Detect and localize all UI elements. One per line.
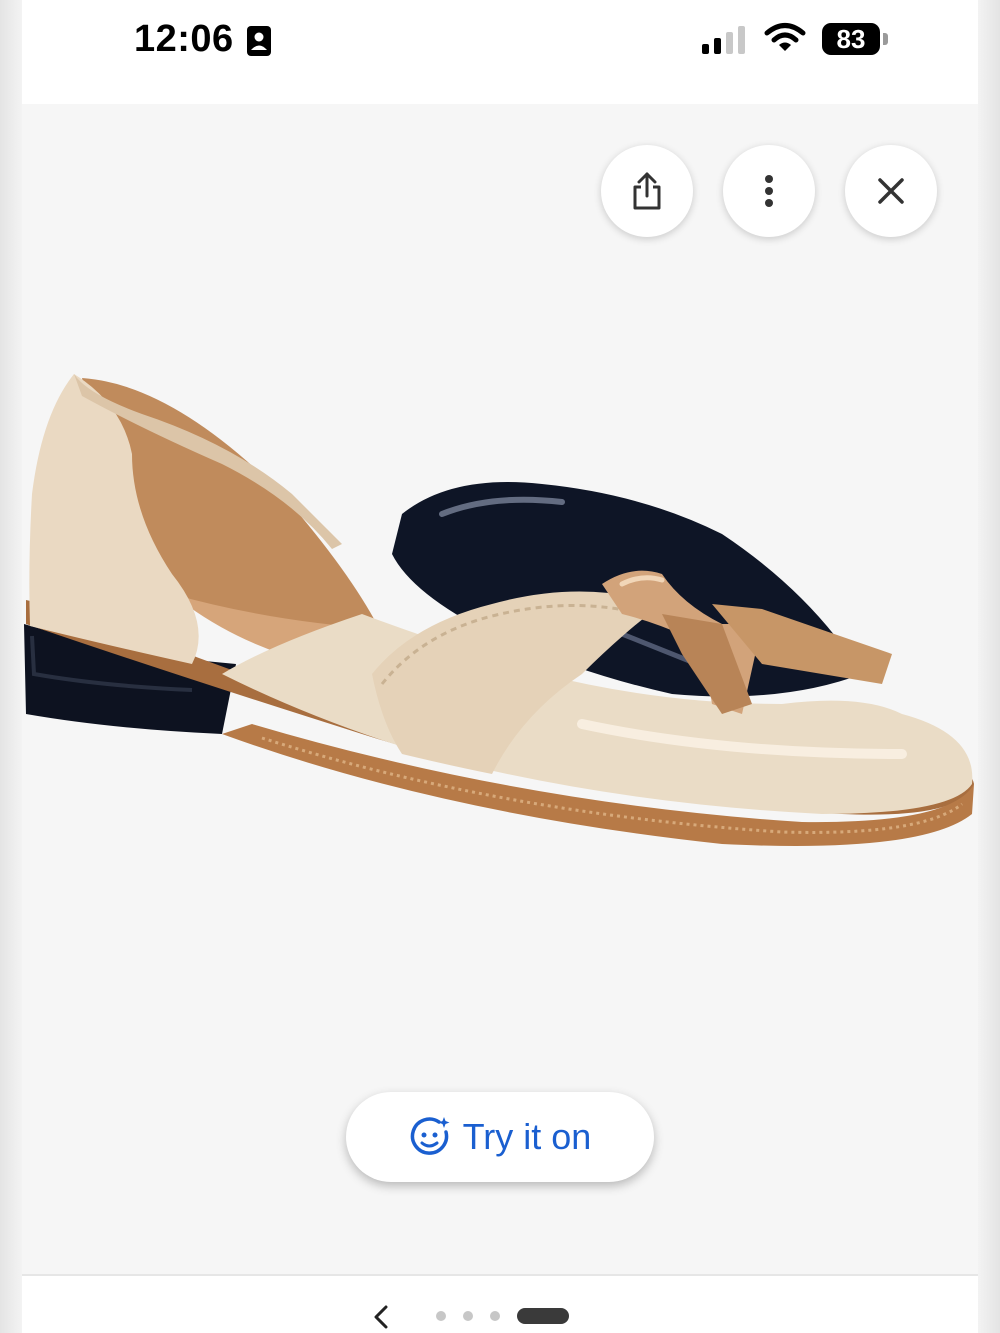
more-options-button[interactable] bbox=[723, 145, 815, 237]
status-time: 12:06 bbox=[134, 18, 234, 60]
share-button[interactable] bbox=[601, 145, 693, 237]
image-viewer: Try it on bbox=[22, 104, 978, 1274]
chevron-left-icon[interactable] bbox=[370, 1304, 394, 1330]
face-sparkle-icon bbox=[410, 1117, 450, 1155]
wifi-icon bbox=[764, 23, 806, 51]
page-dot-3[interactable] bbox=[490, 1311, 500, 1321]
more-vertical-icon bbox=[765, 175, 773, 207]
close-icon bbox=[878, 178, 904, 204]
right-edge bbox=[978, 0, 1000, 1333]
share-icon bbox=[633, 172, 661, 210]
id-card-icon bbox=[247, 26, 271, 56]
try-it-on-label: Try it on bbox=[462, 1116, 592, 1157]
battery-indicator: 83 bbox=[822, 23, 880, 55]
product-image bbox=[24, 374, 974, 846]
page-dot-2[interactable] bbox=[463, 1311, 473, 1321]
try-it-on-button[interactable]: Try it on bbox=[346, 1092, 654, 1182]
page-dot-1[interactable] bbox=[436, 1311, 446, 1321]
left-edge bbox=[0, 0, 22, 1333]
bottom-bar bbox=[22, 1274, 978, 1333]
battery-level: 83 bbox=[836, 23, 866, 54]
page-dot-active[interactable] bbox=[517, 1308, 569, 1324]
close-button[interactable] bbox=[845, 145, 937, 237]
cellular-signal-icon bbox=[702, 26, 745, 54]
bottom-divider bbox=[22, 1274, 978, 1276]
battery-cap bbox=[883, 33, 888, 45]
status-bar: 12:06 83 bbox=[22, 0, 978, 104]
